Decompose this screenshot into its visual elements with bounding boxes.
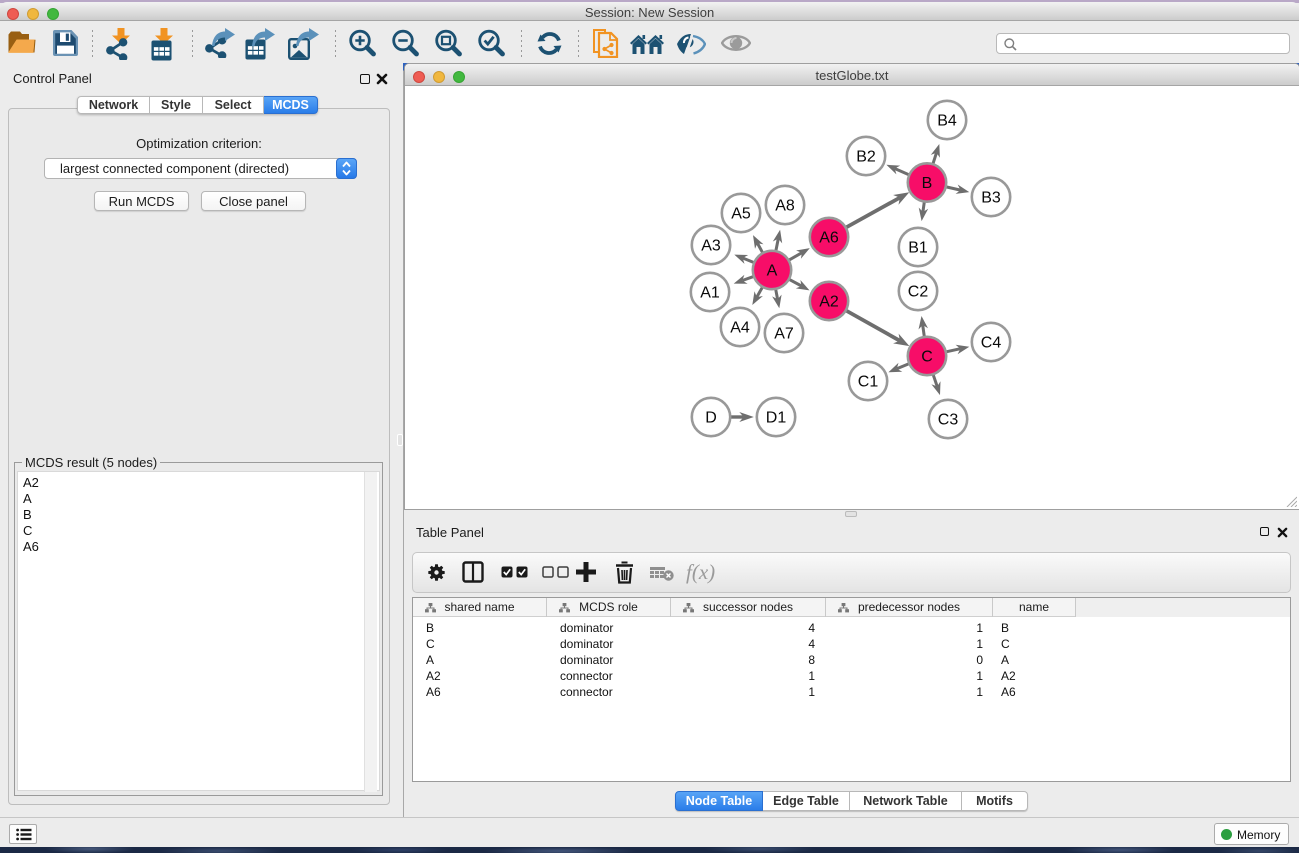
svg-text:D: D — [705, 410, 717, 427]
svg-text:A2: A2 — [819, 294, 839, 311]
svg-text:B3: B3 — [981, 190, 1001, 207]
svg-text:A4: A4 — [730, 320, 750, 337]
svg-text:B2: B2 — [856, 149, 876, 166]
svg-text:A6: A6 — [819, 230, 839, 247]
svg-text:C4: C4 — [981, 335, 1002, 352]
svg-text:C: C — [921, 349, 933, 366]
svg-text:A1: A1 — [700, 285, 720, 302]
svg-text:C1: C1 — [858, 374, 879, 391]
svg-text:A3: A3 — [701, 238, 721, 255]
svg-text:B: B — [922, 175, 933, 192]
svg-text:A: A — [767, 263, 778, 280]
svg-text:B4: B4 — [937, 113, 957, 130]
svg-text:C2: C2 — [908, 284, 929, 301]
svg-text:B1: B1 — [908, 240, 928, 257]
svg-text:A5: A5 — [731, 206, 751, 223]
svg-text:A8: A8 — [775, 198, 795, 215]
svg-text:D1: D1 — [766, 410, 787, 427]
svg-text:A7: A7 — [774, 326, 794, 343]
svg-text:C3: C3 — [938, 412, 959, 429]
